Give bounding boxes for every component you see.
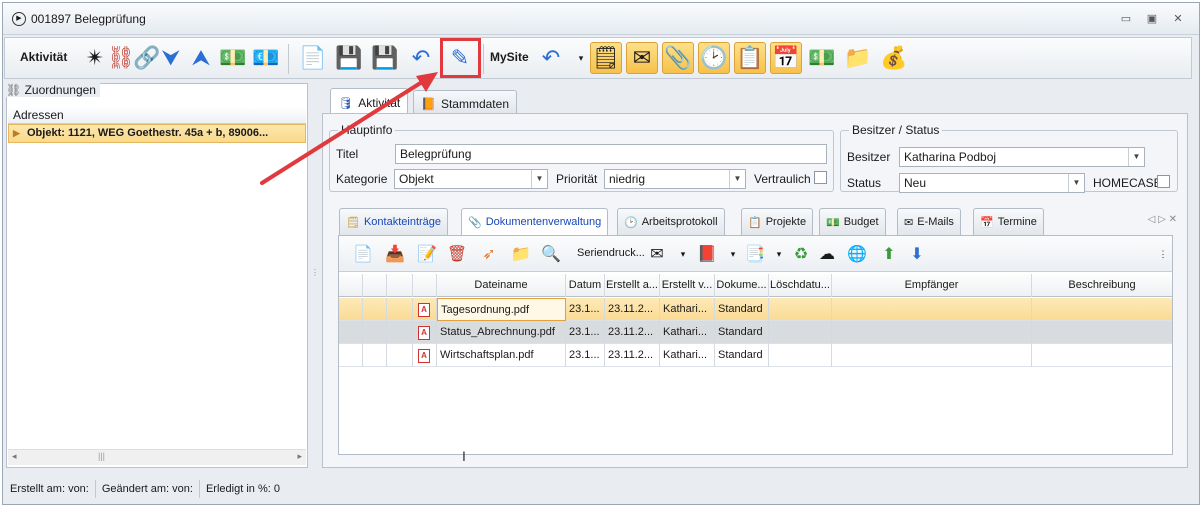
annotation-arrow-shaft	[260, 75, 432, 185]
annotation-arrow	[260, 72, 438, 185]
